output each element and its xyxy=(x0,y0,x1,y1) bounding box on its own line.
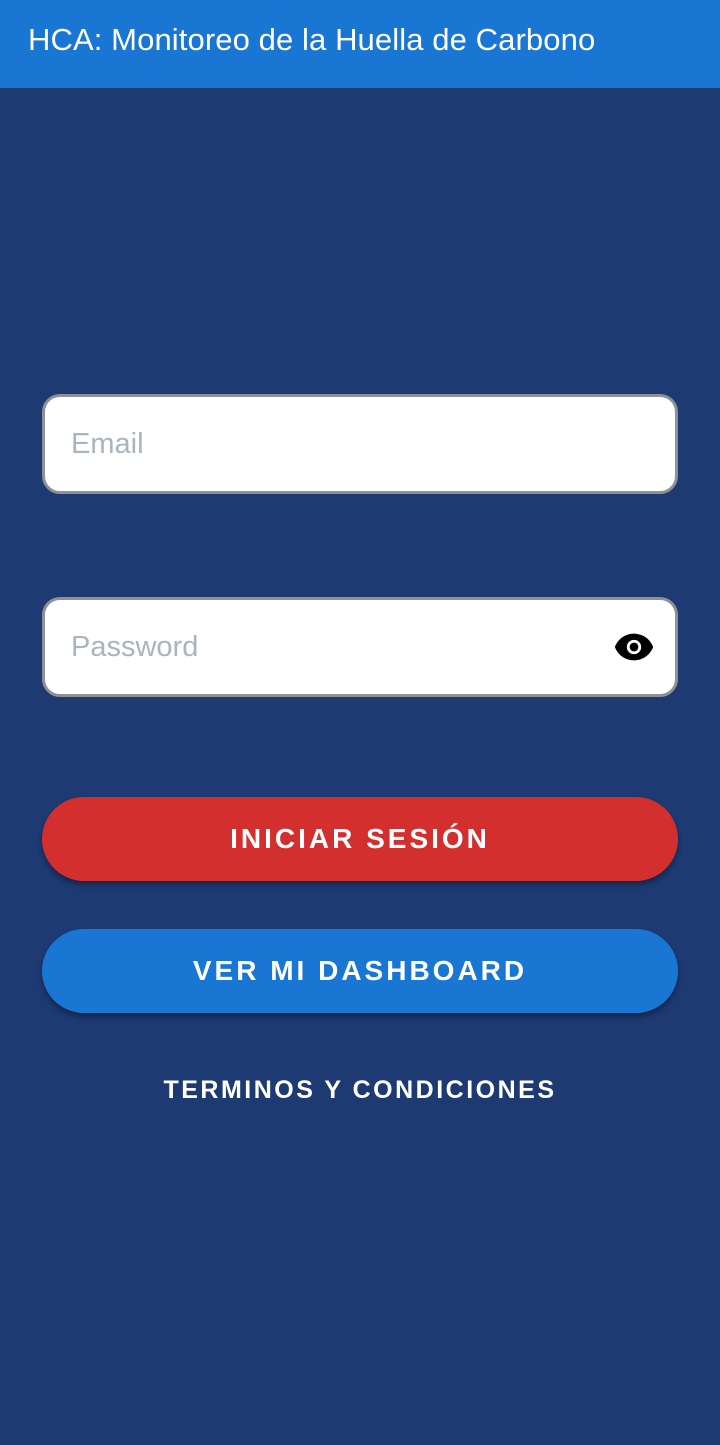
eye-icon[interactable] xyxy=(613,632,655,662)
email-input[interactable] xyxy=(71,414,655,474)
app-title: HCA: Monitoreo de la Huella de Carbono xyxy=(28,22,596,57)
app-bar: HCA: Monitoreo de la Huella de Carbono xyxy=(0,0,720,88)
email-field-container xyxy=(42,394,678,494)
dashboard-button[interactable]: VER MI DASHBOARD xyxy=(42,929,678,1013)
terms-link[interactable]: TERMINOS Y CONDICIONES xyxy=(0,1076,720,1105)
password-field-container xyxy=(42,597,678,697)
password-input[interactable] xyxy=(71,617,613,677)
login-button[interactable]: INICIAR SESIÓN xyxy=(42,797,678,881)
